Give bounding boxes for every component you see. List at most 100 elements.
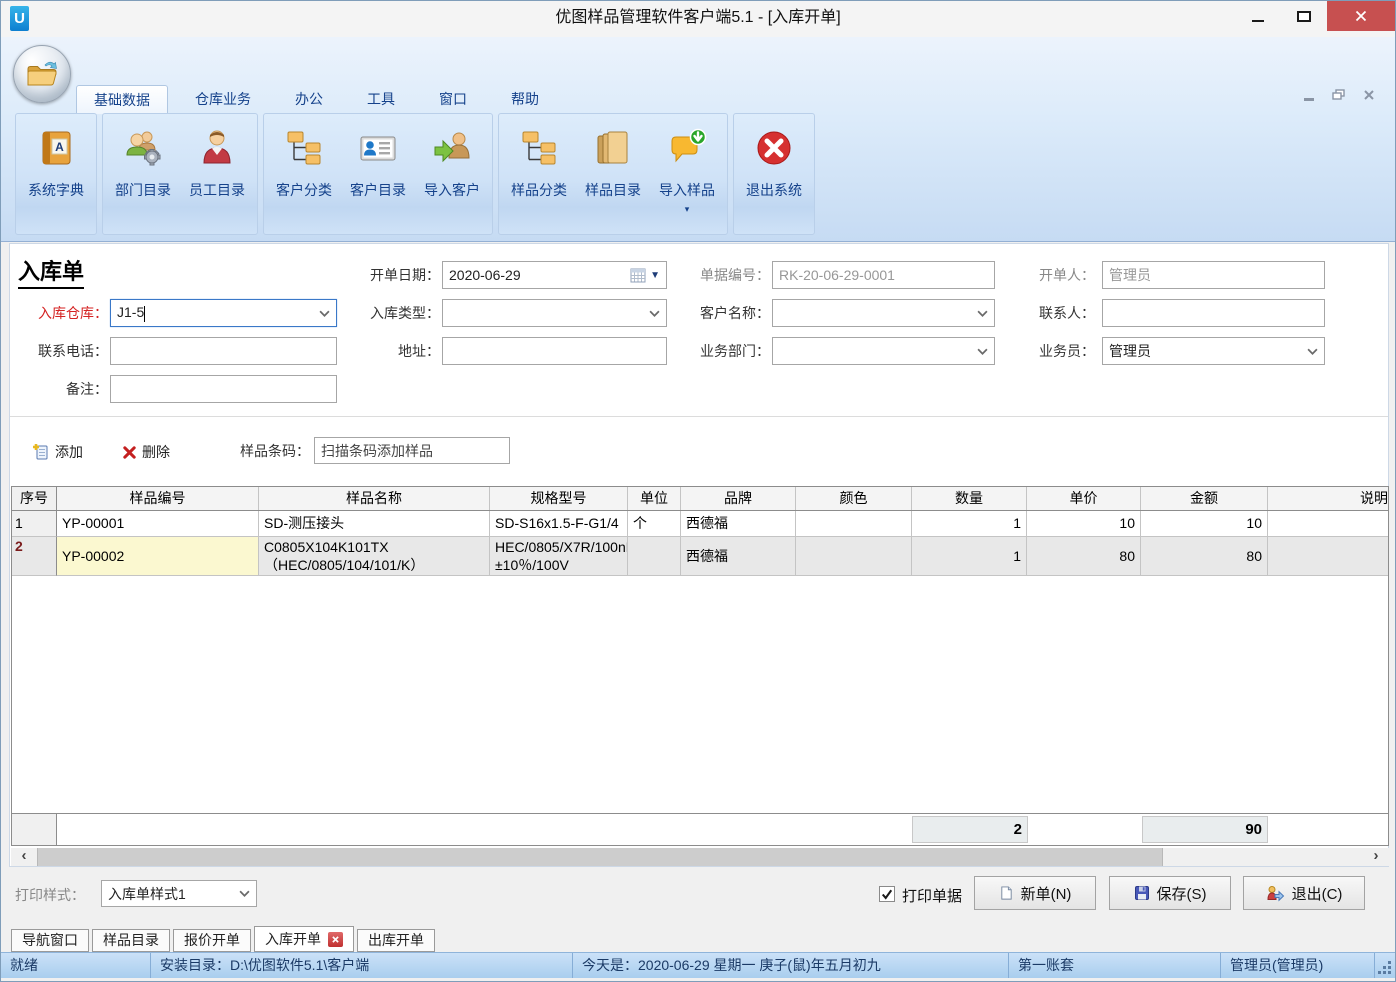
customer-directory-button[interactable]: 客户目录: [341, 120, 415, 234]
bill-date-field[interactable]: 2020-06-29 ▼: [442, 261, 667, 289]
status-install-dir: 安装目录：D:\优图软件5.1\客户端: [151, 953, 573, 978]
highlighted-cell[interactable]: YP-00002: [57, 537, 259, 576]
scrollbar-thumb[interactable]: [37, 848, 1163, 866]
chevron-down-icon[interactable]: [977, 348, 988, 355]
barcode-label: 样品条码：: [210, 438, 310, 464]
sample-directory-button[interactable]: 样品目录: [576, 120, 650, 234]
status-ready: 就绪: [1, 953, 151, 978]
chevron-down-icon[interactable]: [1307, 348, 1318, 355]
save-button[interactable]: 保存(S): [1109, 876, 1231, 910]
ribbon-tab-tools[interactable]: 工具: [350, 85, 412, 114]
salesman-label: 业务员：: [1007, 337, 1095, 365]
total-quantity: 2: [912, 816, 1028, 843]
tab-outbound-order[interactable]: 出库开单: [357, 929, 435, 952]
import-sample-icon: [665, 126, 709, 170]
column-header-spec[interactable]: 规格型号: [490, 487, 628, 510]
mdi-restore-icon[interactable]: [1332, 89, 1345, 101]
table-empty-area: [12, 576, 1388, 813]
minimize-icon: [1252, 20, 1264, 22]
department-directory-button[interactable]: 部门目录: [106, 120, 180, 234]
status-user: 管理员(管理员): [1221, 953, 1375, 978]
column-header-color[interactable]: 颜色: [796, 487, 912, 510]
minimize-button[interactable]: [1235, 1, 1281, 31]
add-icon: [32, 443, 50, 461]
column-header-price[interactable]: 单价: [1027, 487, 1141, 510]
customer-name-combobox[interactable]: [772, 299, 995, 327]
window-title: 优图样品管理软件客户端5.1 - [入库开单]: [1, 1, 1395, 37]
column-header-code[interactable]: 样品编号: [57, 487, 259, 510]
maximize-button[interactable]: [1281, 1, 1327, 31]
system-dictionary-button[interactable]: A 系统字典: [19, 120, 93, 234]
chevron-down-icon[interactable]: [319, 310, 330, 317]
import-sample-button[interactable]: 导入样品 ▾: [650, 120, 724, 234]
remark-field[interactable]: [110, 375, 337, 403]
exit-button[interactable]: 退出(C): [1243, 876, 1365, 910]
column-header-seq[interactable]: 序号: [12, 487, 57, 510]
bill-date-label: 开单日期：: [352, 261, 440, 289]
chevron-down-icon[interactable]: ▾: [685, 206, 690, 212]
address-label: 地址：: [352, 337, 440, 365]
column-header-note[interactable]: 说明: [1268, 487, 1388, 510]
sample-category-button[interactable]: 样品分类: [502, 120, 576, 234]
table-row-selected[interactable]: 2 YP-00002 C0805X104K101TX（HEC/0805/104/…: [12, 537, 1388, 576]
customer-category-button[interactable]: 客户分类: [267, 120, 341, 234]
address-field[interactable]: [442, 337, 667, 365]
scroll-left-icon[interactable]: ‹: [11, 848, 37, 866]
delete-icon: [122, 445, 137, 460]
total-amount: 90: [1142, 816, 1268, 843]
chevron-down-icon[interactable]: [239, 890, 250, 897]
ribbon-tab-help[interactable]: 帮助: [494, 85, 556, 114]
scroll-right-icon[interactable]: ›: [1363, 848, 1389, 866]
print-doc-checkbox[interactable]: [879, 886, 895, 902]
chevron-down-icon[interactable]: ▼: [650, 270, 660, 281]
tab-quote-order[interactable]: 报价开单: [173, 929, 251, 952]
chevron-down-icon[interactable]: [649, 310, 660, 317]
calendar-icon[interactable]: [630, 268, 646, 283]
table-totals-row: 2 90: [12, 813, 1388, 845]
tab-inbound-order[interactable]: 入库开单: [254, 926, 354, 952]
phone-field[interactable]: [110, 337, 337, 365]
inbound-order-panel: 入库单 开单日期： 2020-06-29 ▼ 单据编号： RK-20-06-29…: [9, 243, 1389, 867]
inbound-type-combobox[interactable]: [442, 299, 667, 327]
column-header-qty[interactable]: 数量: [912, 487, 1027, 510]
ribbon-tab-office[interactable]: 办公: [278, 85, 340, 114]
table-row[interactable]: 1 YP-00001 SD-测压接头 SD-S16x1.5-F-G1/4 个 西…: [12, 511, 1388, 537]
salesman-combobox[interactable]: 管理员: [1102, 337, 1325, 365]
import-customer-icon: [430, 126, 474, 170]
maximize-icon: [1297, 11, 1311, 22]
resize-grip[interactable]: [1375, 953, 1395, 978]
ribbon-tab-basic-data[interactable]: 基础数据: [76, 85, 168, 114]
mdi-minimize-icon[interactable]: [1304, 98, 1314, 101]
barcode-input[interactable]: [314, 437, 510, 464]
column-header-amount[interactable]: 金额: [1141, 487, 1268, 510]
tab-close-icon[interactable]: [328, 932, 343, 947]
column-header-name[interactable]: 样品名称: [259, 487, 490, 510]
remark-label: 备注：: [18, 375, 108, 403]
ribbon-tab-window[interactable]: 窗口: [422, 85, 484, 114]
ribbon-tab-warehouse[interactable]: 仓库业务: [178, 85, 268, 114]
business-dept-combobox[interactable]: [772, 337, 995, 365]
new-order-button[interactable]: 新单(N): [974, 876, 1096, 910]
inbound-type-label: 入库类型：: [352, 299, 440, 327]
delete-sample-button[interactable]: 删除: [122, 440, 170, 464]
add-sample-button[interactable]: 添加: [32, 440, 83, 464]
column-header-brand[interactable]: 品牌: [681, 487, 796, 510]
mdi-close-icon[interactable]: [1363, 89, 1375, 101]
column-header-unit[interactable]: 单位: [628, 487, 681, 510]
tab-navigation[interactable]: 导航窗口: [11, 929, 89, 952]
contact-field[interactable]: [1102, 299, 1325, 327]
chevron-down-icon[interactable]: [977, 310, 988, 317]
print-style-combobox[interactable]: 入库单样式1: [101, 880, 257, 907]
horizontal-scrollbar[interactable]: ‹ ›: [11, 848, 1389, 866]
staff-icon: [195, 126, 239, 170]
phone-label: 联系电话：: [18, 337, 108, 365]
file-menu-button[interactable]: [13, 45, 71, 103]
warehouse-combobox[interactable]: J1-5: [110, 299, 337, 327]
exit-system-button[interactable]: 退出系统: [737, 120, 811, 234]
staff-directory-button[interactable]: 员工目录: [180, 120, 254, 234]
import-customer-button[interactable]: 导入客户: [415, 120, 489, 234]
tab-sample-directory[interactable]: 样品目录: [92, 929, 170, 952]
ribbon-tab-bar: 基础数据 仓库业务 办公 工具 窗口 帮助: [76, 85, 556, 114]
close-button[interactable]: [1327, 1, 1395, 31]
ribbon-toolbar: A 系统字典: [15, 113, 815, 235]
